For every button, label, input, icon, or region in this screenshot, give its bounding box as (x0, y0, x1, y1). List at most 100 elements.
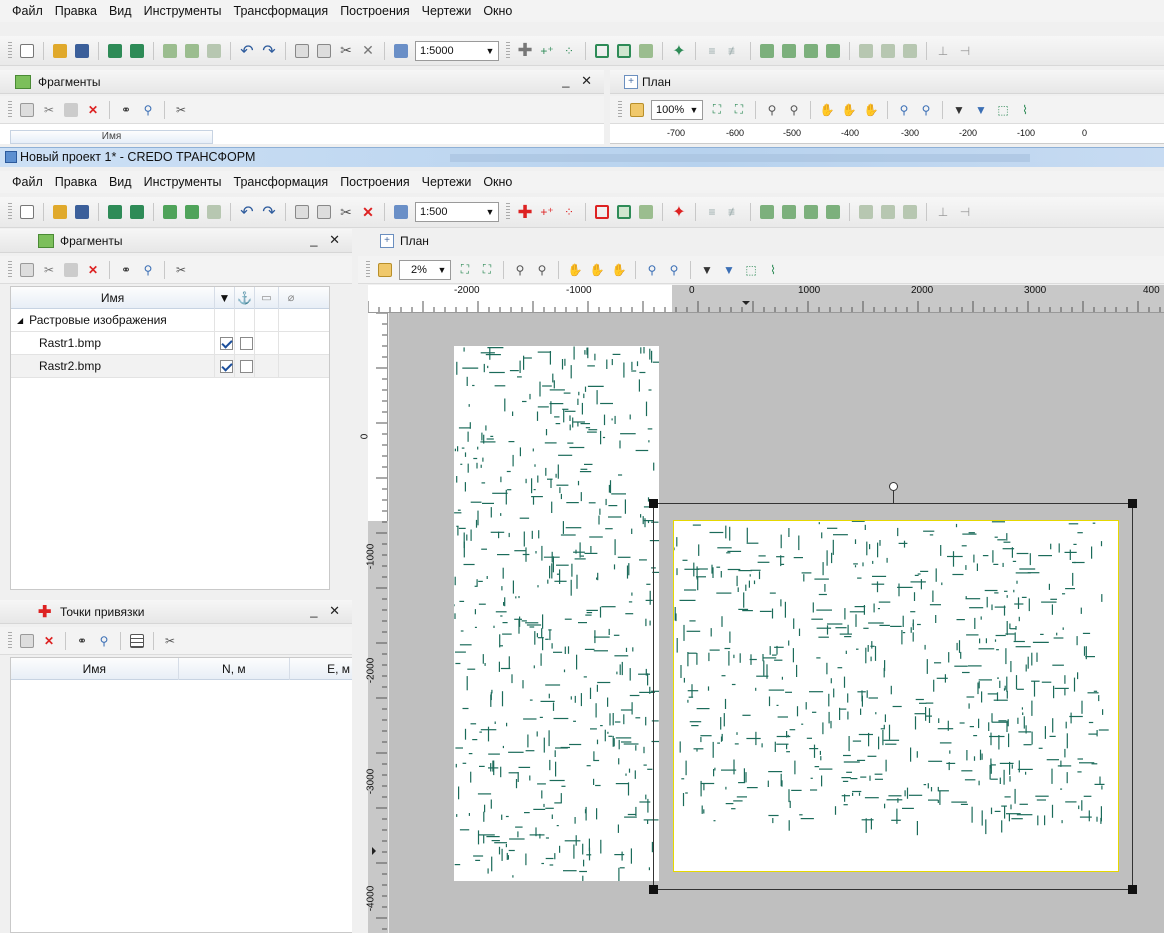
layer2-icon[interactable] (181, 201, 203, 223)
pan3-icon[interactable]: ✋ (608, 259, 630, 281)
import-icon[interactable] (104, 201, 126, 223)
menu-transform[interactable]: Трансформация (228, 171, 335, 193)
collapse-icon[interactable]: ◢ (17, 316, 23, 325)
open-icon[interactable] (49, 201, 71, 223)
grid-icon[interactable] (635, 201, 657, 223)
fit-icon[interactable] (374, 259, 396, 281)
menu-build[interactable]: Построения (334, 171, 415, 193)
back-menu-drawings[interactable]: Чертежи (416, 0, 478, 22)
mirror2-icon[interactable]: ⊣ (954, 40, 976, 62)
back-scale-combo[interactable]: 1:5000 ▼ (415, 40, 499, 61)
rotate3-icon[interactable] (899, 40, 921, 62)
measure-icon[interactable]: ⚲ (641, 259, 663, 281)
tools-icon[interactable]: ✂ (159, 630, 181, 652)
back-menu-transform[interactable]: Трансформация (228, 0, 335, 22)
link3-icon[interactable] (800, 40, 822, 62)
grid-icon[interactable] (635, 40, 657, 62)
col-n-header[interactable]: N, м (179, 657, 291, 680)
plan-canvas[interactable] (389, 313, 1164, 933)
save-icon[interactable] (71, 201, 93, 223)
zoom-in-icon[interactable]: ⚲ (531, 259, 553, 281)
link2-icon[interactable] (778, 40, 800, 62)
cut-icon[interactable]: ✂ (335, 201, 357, 223)
link2-icon[interactable] (778, 201, 800, 223)
fit-icon[interactable] (626, 99, 648, 121)
scale-icon[interactable] (390, 40, 412, 62)
delete-icon[interactable]: ✕ (357, 40, 379, 62)
frame2-icon[interactable] (613, 40, 635, 62)
cut-icon[interactable]: ✂ (335, 40, 357, 62)
add-red-icon[interactable]: ✚ (514, 201, 536, 223)
frame2-icon[interactable] (613, 201, 635, 223)
delete-icon[interactable]: ✕ (82, 259, 104, 281)
import-icon[interactable] (104, 40, 126, 62)
paste-icon[interactable] (313, 40, 335, 62)
menu-window[interactable]: Окно (477, 171, 518, 193)
transform-icon[interactable]: ✦ (668, 201, 690, 223)
transform-icon[interactable]: ✦ (668, 40, 690, 62)
layer-icon[interactable] (159, 201, 181, 223)
delete-icon[interactable]: ✕ (357, 201, 379, 223)
copy-icon[interactable] (291, 201, 313, 223)
filter2-icon[interactable]: ▼ (970, 99, 992, 121)
layer3-icon[interactable] (203, 201, 225, 223)
rotate1-icon[interactable] (855, 201, 877, 223)
scale-combo[interactable]: 1:500 ▼ (415, 202, 499, 222)
pan2-icon[interactable]: ✋ (838, 99, 860, 121)
back-menu-build[interactable]: Построения (334, 0, 415, 22)
save-icon[interactable] (71, 40, 93, 62)
pan-icon[interactable]: ✋ (816, 99, 838, 121)
mirror1-icon[interactable]: ⊥ (932, 201, 954, 223)
back-menu-view[interactable]: Вид (103, 0, 138, 22)
paste-icon[interactable] (313, 201, 335, 223)
measure2-icon[interactable]: ⚲ (663, 259, 685, 281)
binoculars-icon[interactable]: ⚭ (115, 259, 137, 281)
binoculars-icon[interactable]: ⚭ (71, 630, 93, 652)
col-e-header[interactable]: E, м (290, 658, 352, 680)
back-menu-file[interactable]: Файл (6, 0, 49, 22)
redo-icon[interactable]: ↷ (258, 40, 280, 62)
link1-icon[interactable] (756, 201, 778, 223)
anchor-checkbox[interactable] (240, 359, 253, 373)
table-row[interactable]: Rastr2.bmp (11, 354, 329, 378)
menu-edit[interactable]: Правка (49, 171, 103, 193)
col-name-header[interactable]: Имя (11, 657, 179, 680)
chevron-down-icon[interactable]: ▼ (686, 101, 702, 119)
delete-icon[interactable]: ✕ (82, 99, 104, 121)
back-col-name[interactable]: Имя (10, 130, 213, 144)
back-menu-window[interactable]: Окно (477, 0, 518, 22)
raster-image-2[interactable] (673, 520, 1119, 872)
find-icon[interactable]: ⚲ (93, 630, 115, 652)
chevron-down-icon[interactable]: ▼ (434, 261, 450, 279)
find-icon[interactable]: ⚲ (137, 99, 159, 121)
undo-icon[interactable]: ↶ (236, 201, 258, 223)
cut-icon[interactable]: ✂ (38, 99, 60, 121)
zoom-region-icon[interactable]: ⛶ (454, 259, 476, 281)
col-name-header[interactable]: Имя (11, 286, 215, 309)
new-icon[interactable] (16, 201, 38, 223)
doc-icon[interactable] (16, 99, 38, 121)
menu-drawings[interactable]: Чертежи (416, 171, 478, 193)
resize-handle[interactable] (649, 499, 658, 508)
resize-handle[interactable] (649, 885, 658, 894)
link1-icon[interactable] (756, 40, 778, 62)
menu-tools[interactable]: Инструменты (138, 171, 228, 193)
filter-icon[interactable]: ▼ (696, 259, 718, 281)
raster-image-1[interactable] (453, 346, 665, 886)
anchor-icon[interactable]: ⚓ (235, 286, 255, 309)
back-zoom-combo[interactable]: 100% ▼ (651, 99, 703, 120)
pan3-icon[interactable]: ✋ (860, 99, 882, 121)
plan-tab[interactable]: + План (358, 229, 1164, 253)
back-menu-edit[interactable]: Правка (49, 0, 103, 22)
zoom-all-icon[interactable]: ⛶ (728, 99, 750, 121)
scale-icon[interactable] (390, 201, 412, 223)
lasso-icon[interactable]: ⌇ (1014, 99, 1036, 121)
table-icon[interactable] (126, 630, 148, 652)
doc-icon[interactable] (16, 259, 38, 281)
filter2-icon[interactable]: ▼ (718, 259, 740, 281)
visible-checkbox[interactable] (220, 359, 233, 373)
delete-icon[interactable]: ✕ (38, 630, 60, 652)
binoculars-icon[interactable]: ⚭ (115, 99, 137, 121)
add-point-icon[interactable]: +⁺ (536, 201, 558, 223)
rotate1-icon[interactable] (855, 40, 877, 62)
